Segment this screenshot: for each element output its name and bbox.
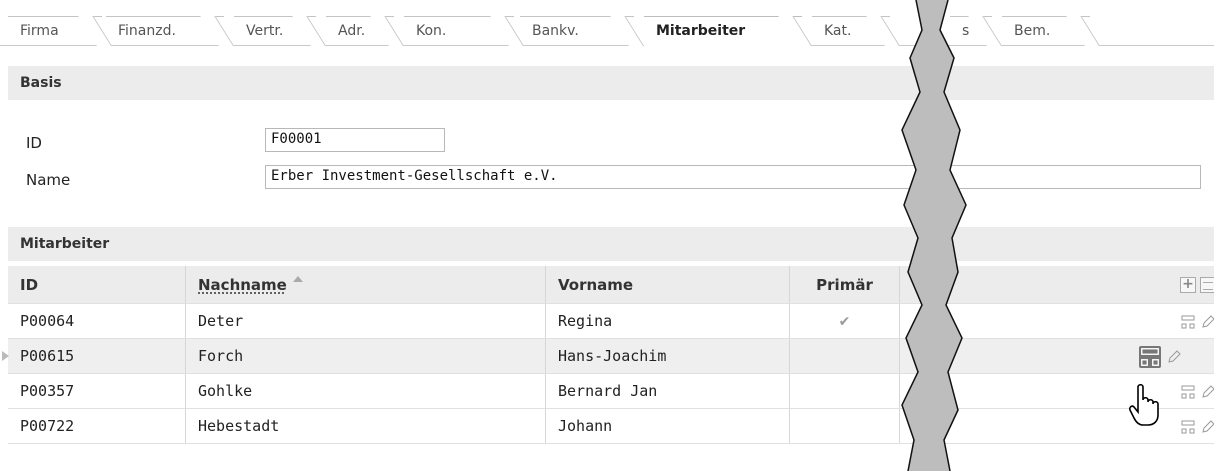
cell-nachname: Hebestadt xyxy=(186,409,546,443)
cell-vorname: Bernard Jan xyxy=(546,374,790,408)
cell-vorname: Regina xyxy=(546,304,790,338)
name-field[interactable]: Erber Investment-Gesellschaft e.V. xyxy=(265,165,1201,189)
column-header-vorname[interactable]: Vorname xyxy=(546,266,790,303)
edit-icon[interactable] xyxy=(1200,419,1214,435)
cell-vorname: Hans-Joachim xyxy=(546,339,790,373)
table-header-row: ID Nachname Vorname Primär + xyxy=(8,266,1214,304)
section-mitarbeiter-header: Mitarbeiter xyxy=(8,227,1214,261)
column-header-id[interactable]: ID xyxy=(8,266,186,303)
table-row[interactable]: P00615 Forch Hans-Joachim xyxy=(2,339,1214,374)
name-label: Name xyxy=(26,171,71,189)
torn-edge-overlay xyxy=(901,0,967,471)
cell-nachname: Forch xyxy=(186,339,546,373)
mitarbeiter-table: ID Nachname Vorname Primär + P00064 Dete… xyxy=(2,266,1214,444)
edit-icon[interactable] xyxy=(1200,314,1214,330)
cell-id: P00357 xyxy=(8,374,186,408)
hand-pointer-cursor-icon xyxy=(1129,383,1159,426)
tab-bar: Firma Finanzd. Vertr. Adr. Kon. Bankv. M… xyxy=(0,0,1214,47)
edit-icon[interactable] xyxy=(1200,384,1214,400)
cell-id: P00615 xyxy=(8,339,186,373)
tab-firma[interactable]: Firma xyxy=(8,16,104,46)
sort-ascending-icon xyxy=(292,276,303,282)
table-row[interactable]: P00064 Deter Regina ✔ xyxy=(8,304,1214,339)
org-icon[interactable] xyxy=(1180,384,1196,400)
tab-bem[interactable]: Bem. xyxy=(1002,16,1092,46)
tab-baseline xyxy=(0,45,1214,46)
checkmark-icon: ✔ xyxy=(838,314,851,330)
sort-link-nachname[interactable]: Nachname xyxy=(198,276,287,294)
tab-finanzd[interactable]: Finanzd. xyxy=(106,16,226,46)
tab-vertr[interactable]: Vertr. xyxy=(234,16,318,46)
cell-vorname: Johann xyxy=(546,409,790,443)
tab-mitarbeiter[interactable]: Mitarbeiter xyxy=(644,16,804,47)
org-icon[interactable] xyxy=(1139,346,1161,368)
cell-nachname: Deter xyxy=(186,304,546,338)
section-basis-header: Basis xyxy=(8,66,1214,100)
cell-id: P00722 xyxy=(8,409,186,443)
cell-id: P00064 xyxy=(8,304,186,338)
table-row[interactable]: P00357 Gohlke Bernard Jan xyxy=(8,374,1214,409)
column-header-nachname[interactable]: Nachname xyxy=(186,266,546,303)
org-icon[interactable] xyxy=(1180,314,1196,330)
edit-icon[interactable] xyxy=(1166,349,1182,365)
org-icon[interactable] xyxy=(1180,419,1196,435)
id-label: ID xyxy=(26,134,42,152)
add-mitarbeiter-icon[interactable]: + xyxy=(1180,277,1196,293)
tab-bankv[interactable]: Bankv. xyxy=(520,16,636,46)
tab-kon[interactable]: Kon. xyxy=(404,16,516,46)
table-row[interactable]: P00722 Hebestadt Johann xyxy=(8,409,1214,444)
cell-nachname: Gohlke xyxy=(186,374,546,408)
table-settings-icon[interactable] xyxy=(1200,277,1214,293)
tab-adr[interactable]: Adr. xyxy=(326,16,396,46)
id-field[interactable]: F00001 xyxy=(265,128,445,152)
